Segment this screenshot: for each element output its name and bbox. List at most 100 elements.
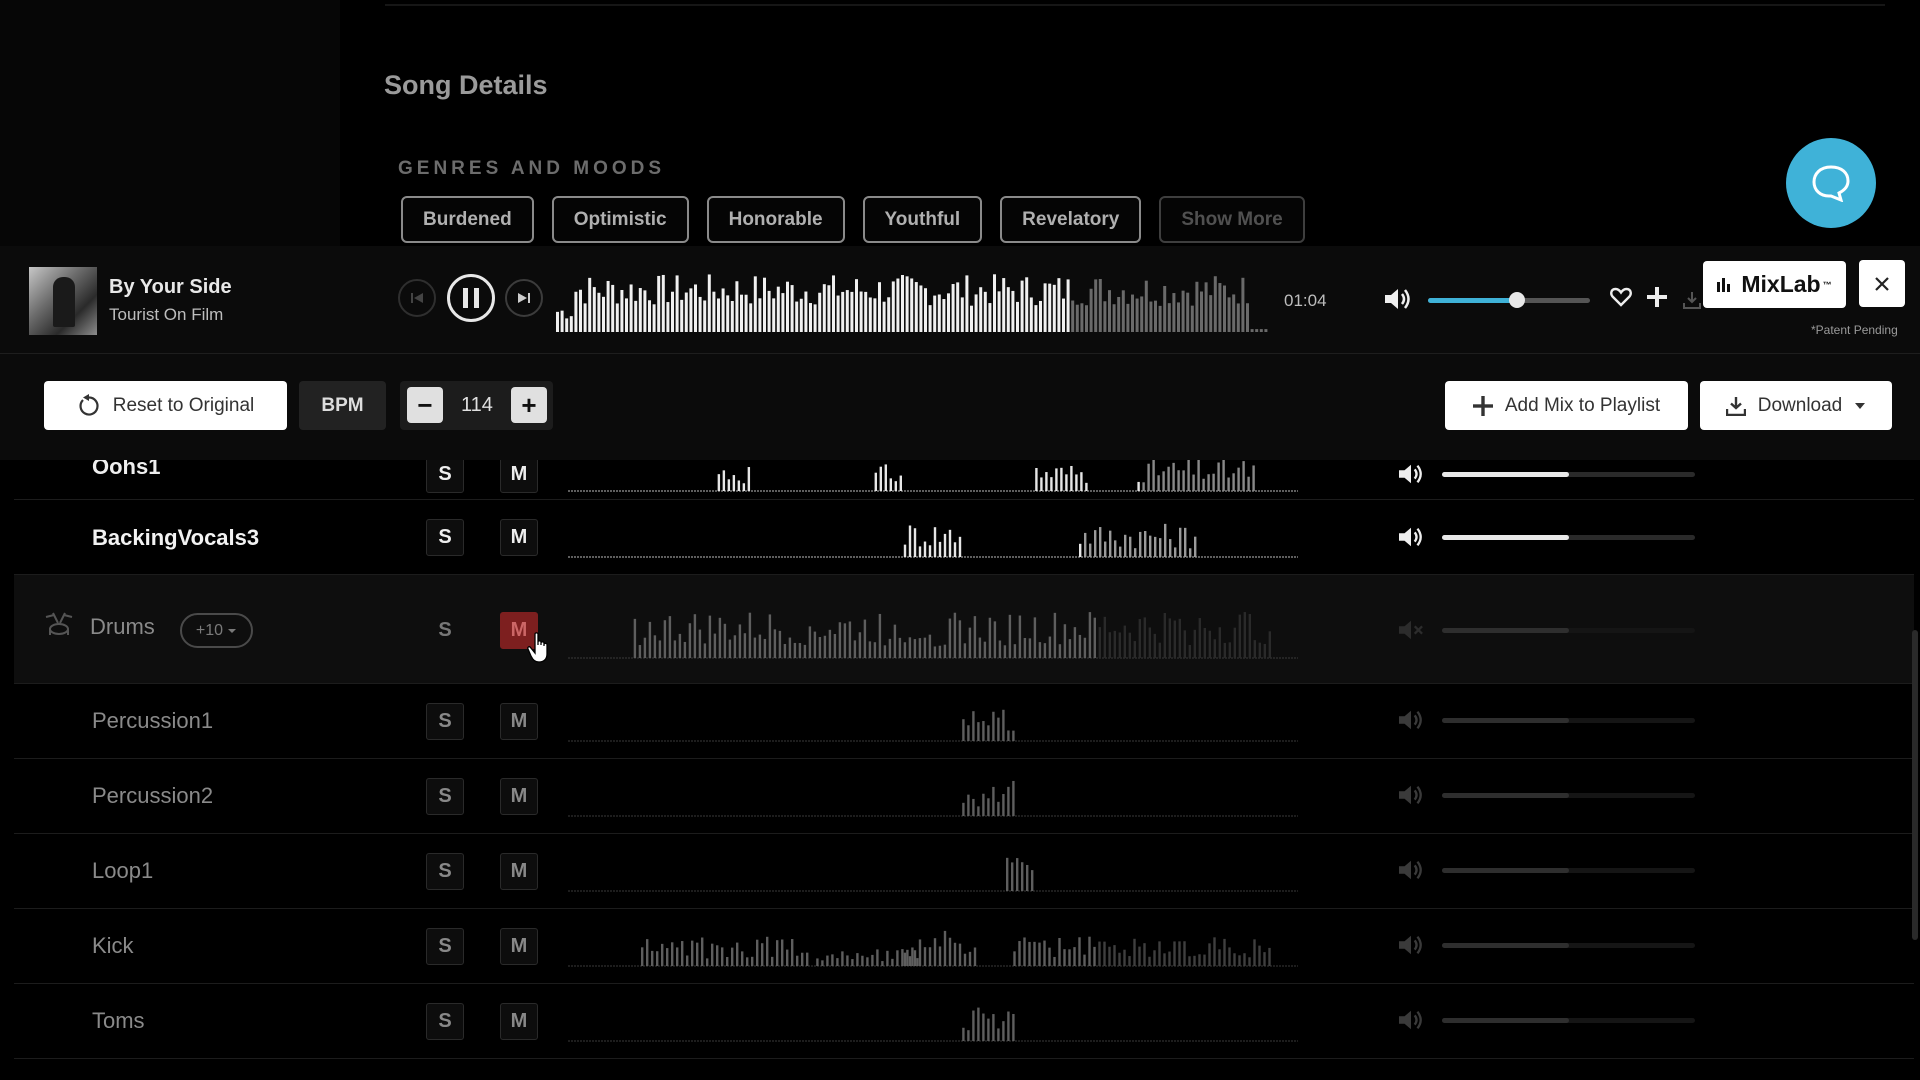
solo-button[interactable]: S <box>426 1003 464 1040</box>
solo-button[interactable]: S <box>426 612 464 649</box>
waveform-bar <box>643 290 647 332</box>
solo-button[interactable]: S <box>426 928 464 965</box>
track-waveform[interactable] <box>568 514 1298 558</box>
volume-slider[interactable] <box>1428 292 1590 308</box>
mute-button[interactable]: M <box>500 1003 538 1040</box>
chat-button[interactable] <box>1786 138 1876 228</box>
track-volume-slider[interactable] <box>1442 628 1695 633</box>
waveform-bar <box>898 637 902 658</box>
mixlab-button[interactable]: MixLab ™ <box>1703 261 1846 308</box>
track-volume-button[interactable] <box>1397 618 1425 647</box>
track-volume-slider[interactable] <box>1442 868 1695 873</box>
track-row: Loop1 S M <box>14 834 1914 909</box>
waveform-bar <box>788 637 792 658</box>
mute-button[interactable]: M <box>500 703 538 740</box>
waveform-bar <box>1252 465 1255 491</box>
album-art[interactable] <box>29 267 97 335</box>
waveform-bar <box>868 641 872 658</box>
genre-chip[interactable]: Optimistic <box>551 196 689 243</box>
download-button[interactable]: Download <box>1700 381 1892 430</box>
pause-button[interactable] <box>447 274 495 322</box>
waveform-bar <box>1058 937 1061 966</box>
waveform-bar <box>818 292 822 332</box>
waveform-bar <box>1033 941 1036 966</box>
waveform-bar <box>928 545 932 557</box>
waveform-bar <box>1148 627 1151 658</box>
group-toggle[interactable] <box>44 611 74 644</box>
track-volume-slider[interactable] <box>1442 535 1695 540</box>
track-waveform[interactable] <box>568 601 1298 659</box>
track-volume-slider[interactable] <box>1442 472 1695 477</box>
genre-chip[interactable]: Honorable <box>706 196 845 243</box>
track-volume-button[interactable] <box>1397 462 1425 491</box>
mute-button[interactable]: M <box>500 853 538 890</box>
bpm-value[interactable]: 114 <box>443 394 511 417</box>
track-waveform[interactable] <box>568 460 1298 492</box>
mute-button[interactable]: M <box>500 928 538 965</box>
waveform-bar <box>1108 632 1111 658</box>
waveform-bar <box>831 954 834 966</box>
drum-kit-icon <box>45 612 73 635</box>
bpm-decrease-button[interactable]: − <box>407 387 443 423</box>
track-title[interactable]: By Your Side <box>109 276 232 299</box>
solo-button[interactable]: S <box>426 703 464 740</box>
waveform-bar <box>723 623 727 658</box>
waveform-bar <box>761 943 764 966</box>
track-volume-slider[interactable] <box>1442 943 1695 948</box>
track-artist[interactable]: Tourist On Film <box>109 305 223 325</box>
waveform-bar <box>843 623 847 658</box>
mute-button[interactable]: M <box>500 460 538 493</box>
waveform-bar <box>1085 482 1088 491</box>
close-mixlab-button[interactable] <box>1859 260 1905 307</box>
track-waveform[interactable] <box>568 996 1298 1042</box>
track-volume-slider[interactable] <box>1442 793 1695 798</box>
waveform-bar <box>746 957 749 966</box>
bpm-increase-button[interactable]: + <box>511 387 547 423</box>
track-list-scrollbar[interactable] <box>1912 630 1918 940</box>
download-mini-button[interactable] <box>1683 291 1701 314</box>
solo-button[interactable]: S <box>426 853 464 890</box>
track-volume-button[interactable] <box>1397 525 1425 554</box>
previous-button[interactable] <box>398 279 436 317</box>
reset-to-original-button[interactable]: Reset to Original <box>44 381 287 430</box>
waveform-bar <box>744 294 748 332</box>
track-volume-slider[interactable] <box>1442 1018 1695 1023</box>
mute-button[interactable]: M <box>500 778 538 815</box>
volume-knob[interactable] <box>1509 292 1526 308</box>
waveform-bar <box>1147 463 1150 491</box>
next-button[interactable] <box>505 279 543 317</box>
track-volume-slider[interactable] <box>1442 718 1695 723</box>
waveform-bar <box>1258 642 1261 658</box>
speaker-icon <box>1399 785 1422 805</box>
group-expand-button[interactable]: +10 <box>180 613 253 648</box>
solo-button[interactable]: S <box>426 460 464 493</box>
add-button[interactable] <box>1646 286 1668 313</box>
waveform-bar <box>738 624 742 658</box>
waveform-bar <box>1104 541 1107 557</box>
genre-chip[interactable]: Burdened <box>401 196 534 243</box>
track-waveform[interactable] <box>568 771 1298 817</box>
waveform-bar <box>583 303 587 332</box>
track-volume-button[interactable] <box>1397 858 1425 887</box>
track-volume-button[interactable] <box>1397 1008 1425 1037</box>
track-volume-fill <box>1442 628 1569 633</box>
show-more-button[interactable]: Show More <box>1159 196 1305 243</box>
waveform-bar <box>758 634 762 658</box>
track-waveform[interactable] <box>568 921 1298 967</box>
volume-button[interactable] <box>1383 286 1413 317</box>
solo-button[interactable]: S <box>426 778 464 815</box>
track-waveform[interactable] <box>568 846 1298 892</box>
favorite-button[interactable] <box>1610 287 1632 312</box>
track-waveform[interactable] <box>568 696 1298 742</box>
genre-chip[interactable]: Revelatory <box>1000 196 1142 243</box>
solo-button[interactable]: S <box>426 519 464 556</box>
track-volume-button[interactable] <box>1397 783 1425 812</box>
mixlab-trademark: ™ <box>1822 279 1832 290</box>
add-mix-to-playlist-button[interactable]: Add Mix to Playlist <box>1445 381 1688 430</box>
main-waveform[interactable] <box>556 270 1272 332</box>
mute-button[interactable]: M <box>500 519 538 556</box>
waveform-bar <box>1126 303 1130 332</box>
genre-chip[interactable]: Youthful <box>862 196 983 243</box>
track-volume-button[interactable] <box>1397 933 1425 962</box>
track-volume-button[interactable] <box>1397 708 1425 737</box>
